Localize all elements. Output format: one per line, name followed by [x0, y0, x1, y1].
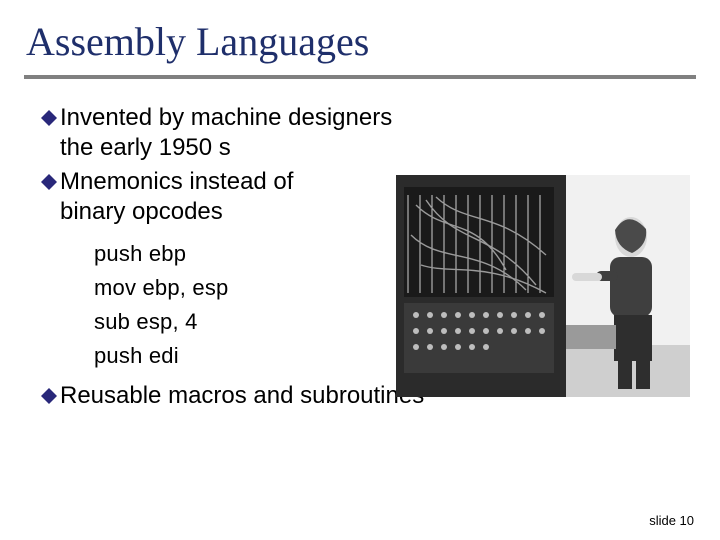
bullet-text: Invented by machine designers the early …	[60, 103, 400, 163]
bullet-item: Mnemonics instead of binary opcodes	[40, 167, 340, 227]
slide-number: slide 10	[649, 513, 694, 528]
diamond-bullet-icon	[40, 387, 58, 405]
historical-computer-photo	[396, 175, 690, 397]
bullet-item: Invented by machine designers the early …	[40, 103, 400, 163]
slide: Assembly Languages Invented by machine d…	[0, 0, 720, 540]
bullet-text: Mnemonics instead of binary opcodes	[60, 167, 340, 227]
diamond-bullet-icon	[40, 173, 58, 191]
diamond-bullet-icon	[40, 109, 58, 127]
slide-title: Assembly Languages	[0, 0, 720, 71]
